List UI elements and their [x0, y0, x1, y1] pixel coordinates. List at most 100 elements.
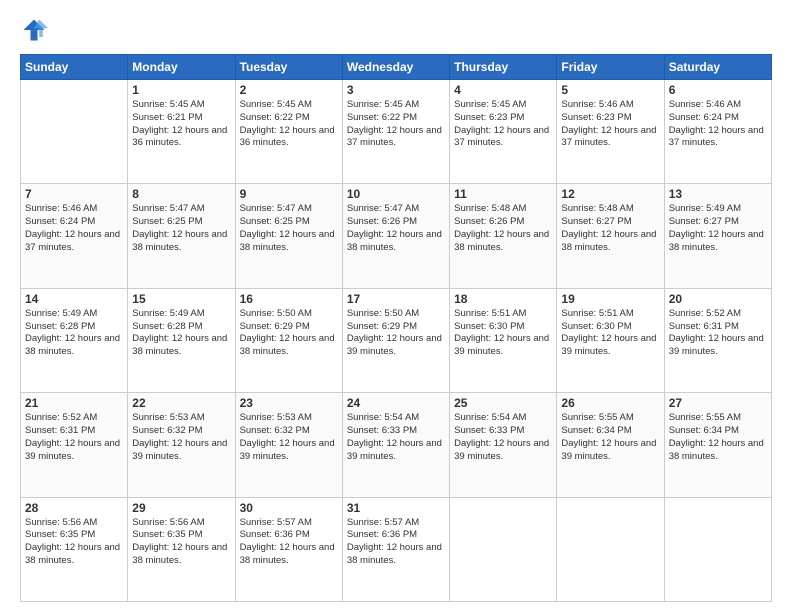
cell-content: Sunrise: 5:56 AMSunset: 6:35 PMDaylight:… — [25, 517, 123, 568]
weekday-header-monday: Monday — [128, 55, 235, 80]
cell-content: Sunrise: 5:53 AMSunset: 6:32 PMDaylight:… — [132, 412, 230, 463]
calendar-cell: 1 Sunrise: 5:45 AMSunset: 6:21 PMDaylight… — [128, 80, 235, 184]
cell-content: Sunrise: 5:51 AMSunset: 6:30 PMDaylight:… — [561, 308, 659, 359]
cell-content: Sunrise: 5:49 AMSunset: 6:28 PMDaylight:… — [25, 308, 123, 359]
day-number: 26 — [561, 396, 659, 410]
cell-content: Sunrise: 5:47 AMSunset: 6:26 PMDaylight:… — [347, 203, 445, 254]
weekday-header-row: SundayMondayTuesdayWednesdayThursdayFrid… — [21, 55, 772, 80]
week-row-5: 28 Sunrise: 5:56 AMSunset: 6:35 PMDayligh… — [21, 497, 772, 601]
day-number: 14 — [25, 292, 123, 306]
calendar-cell: 6 Sunrise: 5:46 AMSunset: 6:24 PMDaylight… — [664, 80, 771, 184]
weekday-header-friday: Friday — [557, 55, 664, 80]
weekday-header-tuesday: Tuesday — [235, 55, 342, 80]
calendar-cell: 16Sunrise: 5:50 AMSunset: 6:29 PMDayligh… — [235, 288, 342, 392]
day-number: 1 — [132, 83, 230, 97]
calendar-cell: 4 Sunrise: 5:45 AMSunset: 6:23 PMDaylight… — [450, 80, 557, 184]
calendar-cell — [557, 497, 664, 601]
calendar-cell: 7 Sunrise: 5:46 AMSunset: 6:24 PMDaylight… — [21, 184, 128, 288]
cell-content: Sunrise: 5:48 AMSunset: 6:26 PMDaylight:… — [454, 203, 552, 254]
day-number: 13 — [669, 187, 767, 201]
cell-content: Sunrise: 5:47 AMSunset: 6:25 PMDaylight:… — [240, 203, 338, 254]
day-number: 17 — [347, 292, 445, 306]
cell-content: Sunrise: 5:48 AMSunset: 6:27 PMDaylight:… — [561, 203, 659, 254]
calendar-cell: 26 Sunrise: 5:55 AMSunset: 6:34 PMDayligh… — [557, 393, 664, 497]
day-number: 31 — [347, 501, 445, 515]
cell-content: Sunrise: 5:45 AMSunset: 6:22 PMDaylight:… — [347, 99, 445, 150]
day-number: 27 — [669, 396, 767, 410]
cell-content: Sunrise: 5:55 AMSunset: 6:34 PMDaylight:… — [669, 412, 767, 463]
cell-content: Sunrise: 5:49 AMSunset: 6:27 PMDaylight:… — [669, 203, 767, 254]
cell-content: Sunrise: 5:51 AMSunset: 6:30 PMDaylight:… — [454, 308, 552, 359]
day-number: 12 — [561, 187, 659, 201]
day-number: 3 — [347, 83, 445, 97]
calendar-cell: 22Sunrise: 5:53 AMSunset: 6:32 PMDayligh… — [128, 393, 235, 497]
calendar-cell: 2Sunrise: 5:45 AMSunset: 6:22 PMDaylight… — [235, 80, 342, 184]
week-row-4: 21Sunrise: 5:52 AMSunset: 6:31 PMDayligh… — [21, 393, 772, 497]
cell-content: Sunrise: 5:46 AMSunset: 6:24 PMDaylight:… — [25, 203, 123, 254]
weekday-header-sunday: Sunday — [21, 55, 128, 80]
day-number: 7 — [25, 187, 123, 201]
calendar-cell: 14 Sunrise: 5:49 AMSunset: 6:28 PMDayligh… — [21, 288, 128, 392]
day-number: 8 — [132, 187, 230, 201]
calendar-cell: 19 Sunrise: 5:51 AMSunset: 6:30 PMDayligh… — [557, 288, 664, 392]
weekday-header-saturday: Saturday — [664, 55, 771, 80]
calendar-cell: 10 Sunrise: 5:47 AMSunset: 6:26 PMDayligh… — [342, 184, 449, 288]
cell-content: Sunrise: 5:50 AMSunset: 6:29 PMDaylight:… — [240, 308, 338, 359]
logo — [20, 16, 52, 44]
week-row-2: 7 Sunrise: 5:46 AMSunset: 6:24 PMDaylight… — [21, 184, 772, 288]
day-number: 15 — [132, 292, 230, 306]
calendar-cell: 29 Sunrise: 5:56 AMSunset: 6:35 PMDayligh… — [128, 497, 235, 601]
cell-content: Sunrise: 5:45 AMSunset: 6:21 PMDaylight:… — [132, 99, 230, 150]
cell-content: Sunrise: 5:54 AMSunset: 6:33 PMDaylight:… — [347, 412, 445, 463]
logo-icon — [20, 16, 48, 44]
cell-content: Sunrise: 5:46 AMSunset: 6:24 PMDaylight:… — [669, 99, 767, 150]
cell-content: Sunrise: 5:52 AMSunset: 6:31 PMDaylight:… — [669, 308, 767, 359]
calendar-cell: 12 Sunrise: 5:48 AMSunset: 6:27 PMDayligh… — [557, 184, 664, 288]
day-number: 10 — [347, 187, 445, 201]
calendar-cell: 30Sunrise: 5:57 AMSunset: 6:36 PMDayligh… — [235, 497, 342, 601]
calendar-cell — [450, 497, 557, 601]
cell-content: Sunrise: 5:57 AMSunset: 6:36 PMDaylight:… — [347, 517, 445, 568]
day-number: 18 — [454, 292, 552, 306]
calendar-cell: 18 Sunrise: 5:51 AMSunset: 6:30 PMDayligh… — [450, 288, 557, 392]
calendar-cell: 9 Sunrise: 5:47 AMSunset: 6:25 PMDaylight… — [235, 184, 342, 288]
calendar-cell: 13 Sunrise: 5:49 AMSunset: 6:27 PMDayligh… — [664, 184, 771, 288]
calendar-table: SundayMondayTuesdayWednesdayThursdayFrid… — [20, 54, 772, 602]
day-number: 5 — [561, 83, 659, 97]
week-row-3: 14 Sunrise: 5:49 AMSunset: 6:28 PMDayligh… — [21, 288, 772, 392]
day-number: 29 — [132, 501, 230, 515]
cell-content: Sunrise: 5:49 AMSunset: 6:28 PMDaylight:… — [132, 308, 230, 359]
calendar-cell: 15 Sunrise: 5:49 AMSunset: 6:28 PMDayligh… — [128, 288, 235, 392]
calendar-cell: 17 Sunrise: 5:50 AMSunset: 6:29 PMDayligh… — [342, 288, 449, 392]
calendar-cell: 25 Sunrise: 5:54 AMSunset: 6:33 PMDayligh… — [450, 393, 557, 497]
cell-content: Sunrise: 5:46 AMSunset: 6:23 PMDaylight:… — [561, 99, 659, 150]
calendar-cell — [21, 80, 128, 184]
cell-content: Sunrise: 5:54 AMSunset: 6:33 PMDaylight:… — [454, 412, 552, 463]
calendar-cell: 31 Sunrise: 5:57 AMSunset: 6:36 PMDayligh… — [342, 497, 449, 601]
day-number: 19 — [561, 292, 659, 306]
day-number: 9 — [240, 187, 338, 201]
cell-content: Sunrise: 5:50 AMSunset: 6:29 PMDaylight:… — [347, 308, 445, 359]
calendar-cell: 20 Sunrise: 5:52 AMSunset: 6:31 PMDayligh… — [664, 288, 771, 392]
day-number: 28 — [25, 501, 123, 515]
cell-content: Sunrise: 5:45 AMSunset: 6:22 PMDaylight:… — [240, 99, 338, 150]
cell-content: Sunrise: 5:45 AMSunset: 6:23 PMDaylight:… — [454, 99, 552, 150]
cell-content: Sunrise: 5:56 AMSunset: 6:35 PMDaylight:… — [132, 517, 230, 568]
calendar-cell: 27 Sunrise: 5:55 AMSunset: 6:34 PMDayligh… — [664, 393, 771, 497]
page: SundayMondayTuesdayWednesdayThursdayFrid… — [0, 0, 792, 612]
calendar-cell: 5 Sunrise: 5:46 AMSunset: 6:23 PMDaylight… — [557, 80, 664, 184]
day-number: 6 — [669, 83, 767, 97]
header — [20, 16, 772, 44]
week-row-1: 1 Sunrise: 5:45 AMSunset: 6:21 PMDaylight… — [21, 80, 772, 184]
day-number: 4 — [454, 83, 552, 97]
day-number: 23 — [240, 396, 338, 410]
day-number: 20 — [669, 292, 767, 306]
day-number: 25 — [454, 396, 552, 410]
weekday-header-wednesday: Wednesday — [342, 55, 449, 80]
day-number: 21 — [25, 396, 123, 410]
calendar-cell — [664, 497, 771, 601]
calendar-cell: 24Sunrise: 5:54 AMSunset: 6:33 PMDayligh… — [342, 393, 449, 497]
weekday-header-thursday: Thursday — [450, 55, 557, 80]
cell-content: Sunrise: 5:55 AMSunset: 6:34 PMDaylight:… — [561, 412, 659, 463]
cell-content: Sunrise: 5:47 AMSunset: 6:25 PMDaylight:… — [132, 203, 230, 254]
